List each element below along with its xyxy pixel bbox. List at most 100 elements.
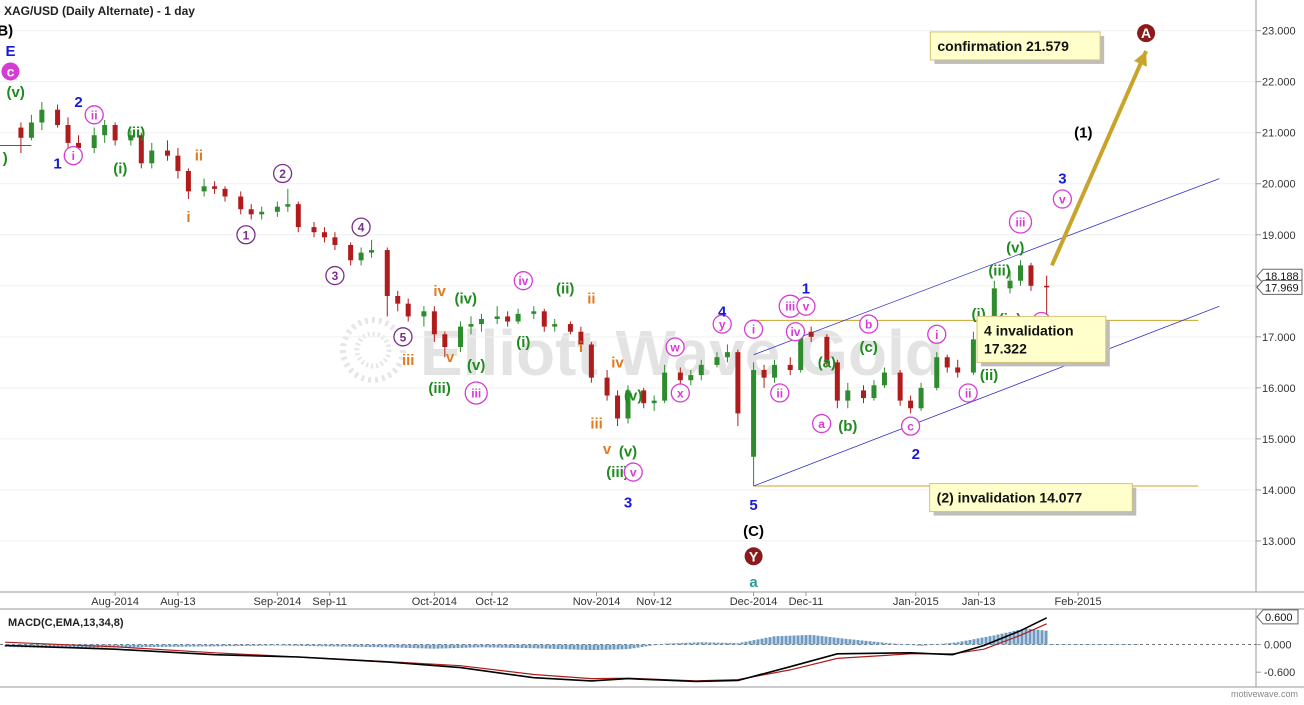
wave-label: 1 — [53, 155, 61, 172]
candle-body — [384, 250, 390, 296]
macd-histogram-bar — [1048, 644, 1052, 646]
macd-histogram-bar — [280, 644, 284, 646]
candle-body — [164, 150, 170, 156]
macd-histogram-bar — [136, 644, 140, 648]
macd-histogram-bar — [740, 642, 744, 645]
macd-histogram-bar — [860, 640, 864, 645]
macd-histogram-bar — [332, 644, 336, 647]
candle-body — [458, 326, 464, 348]
macd-histogram-bar — [908, 644, 912, 646]
macd-histogram-bar — [752, 640, 756, 645]
macd-histogram-bar — [180, 644, 184, 647]
x-tick-label: Dec-11 — [789, 596, 824, 608]
macd-histogram-bar — [680, 642, 684, 645]
macd-histogram-bar — [760, 638, 764, 645]
macd-histogram-bar — [132, 644, 136, 648]
macd-histogram-bar — [608, 644, 612, 650]
macd-histogram-bar — [584, 644, 588, 650]
wave-label: iv — [433, 283, 446, 300]
callout-text: (2) invalidation 14.077 — [937, 490, 1083, 506]
wave-label: E — [5, 43, 15, 60]
candle-body — [102, 125, 108, 136]
candle-body — [761, 370, 767, 378]
wave-label: v — [630, 466, 637, 480]
macd-histogram-bar — [816, 635, 820, 645]
wave-label: v — [603, 441, 612, 458]
candle-body — [421, 311, 427, 317]
macd-histogram-bar — [576, 644, 580, 650]
macd-histogram-bar — [912, 644, 916, 646]
macd-histogram-bar — [600, 644, 604, 650]
wave-label: (iii) — [428, 380, 451, 397]
macd-histogram-bar — [240, 644, 244, 646]
macd-histogram-bar — [1044, 630, 1048, 645]
macd-histogram-bar — [192, 644, 196, 647]
macd-histogram-bar — [1128, 644, 1132, 646]
macd-histogram-bar — [244, 644, 248, 646]
candle-body — [531, 311, 537, 314]
candle-body — [175, 155, 181, 171]
macd-histogram-bar — [936, 644, 940, 645]
macd-histogram-bar — [1088, 644, 1092, 646]
chart-title: XAG/USD (Daily Alternate) - 1 day — [4, 4, 195, 18]
macd-histogram-bar — [840, 638, 844, 645]
x-tick-label: Aug-13 — [160, 596, 195, 608]
y-tick-label: 23.000 — [1262, 26, 1296, 38]
candle-body — [321, 232, 327, 238]
macd-tick-label: 0.000 — [1264, 640, 1292, 652]
candle-body — [222, 188, 228, 197]
macd-histogram-bar — [488, 644, 492, 648]
macd-histogram-bar — [456, 644, 460, 648]
macd-histogram-bar — [504, 644, 508, 648]
macd-histogram-bar — [304, 644, 308, 646]
macd-histogram-bar — [1104, 644, 1108, 646]
wave-label: iv — [518, 274, 528, 288]
callout-text: 4 invalidation — [984, 322, 1073, 338]
macd-histogram-bar — [256, 644, 260, 646]
macd-histogram-bar — [536, 644, 540, 649]
macd-histogram-bar — [820, 636, 824, 645]
candle-body — [348, 244, 354, 261]
candle-body — [541, 311, 547, 327]
candle-body — [55, 109, 61, 126]
candle-body — [934, 357, 940, 388]
wave-label: 3 — [624, 495, 632, 512]
y-tick-label: 19.000 — [1262, 230, 1296, 242]
wave-label: (ii) — [556, 280, 574, 297]
macd-histogram-bar — [1108, 644, 1112, 646]
wave-label: 2 — [279, 167, 286, 181]
macd-histogram-bar — [592, 644, 596, 651]
macd-histogram-bar — [144, 644, 148, 648]
macd-histogram-bar — [824, 636, 828, 645]
macd-histogram-bar — [260, 644, 264, 646]
macd-histogram-bar — [808, 634, 812, 645]
x-tick-label: Oct-2014 — [412, 596, 457, 608]
macd-histogram-bar — [644, 644, 648, 647]
macd-histogram-bar — [436, 644, 440, 649]
macd-histogram-bar — [520, 644, 524, 649]
macd-histogram-bar — [168, 644, 172, 647]
macd-histogram-bar — [360, 644, 364, 647]
macd-histogram-bar — [376, 644, 380, 648]
wave-label: iii — [471, 386, 481, 400]
macd-histogram-bar — [468, 644, 472, 648]
candle-body — [787, 364, 793, 370]
macd-histogram-bar — [948, 643, 952, 645]
macd-histogram-bar — [320, 644, 324, 647]
macd-histogram-bar — [960, 641, 964, 645]
wave-label: ii — [195, 148, 203, 165]
macd-histogram-bar — [624, 644, 628, 650]
wave-label: 5 — [400, 330, 407, 344]
macd-histogram-bar — [284, 644, 288, 646]
macd-histogram-bar — [772, 636, 776, 645]
macd-histogram-bar — [1068, 644, 1072, 646]
macd-histogram-bar — [596, 644, 600, 650]
macd-histogram-bar — [692, 642, 696, 645]
macd-histogram-bar — [128, 644, 132, 648]
wave-label: i — [752, 323, 755, 337]
macd-histogram-bar — [396, 644, 400, 648]
macd-histogram-bar — [392, 644, 396, 648]
macd-histogram-bar — [372, 644, 376, 648]
wave-label: iv — [611, 354, 624, 371]
macd-histogram-bar — [140, 644, 144, 648]
